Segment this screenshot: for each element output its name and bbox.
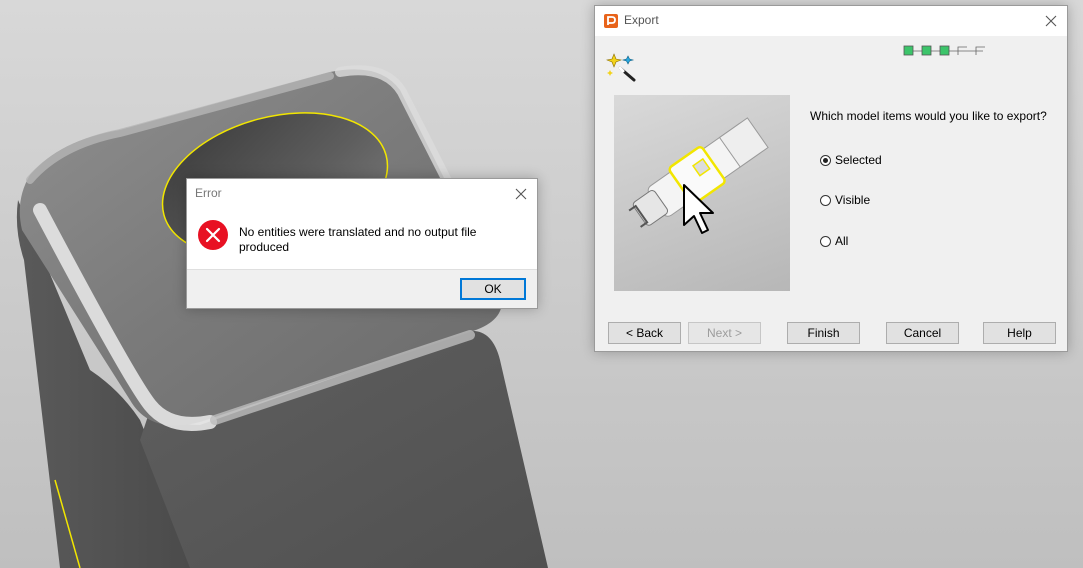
- error-message: No entities were translated and no outpu…: [239, 225, 477, 254]
- preview-image: [614, 95, 790, 291]
- export-title: Export: [624, 13, 659, 27]
- finish-button[interactable]: Finish: [787, 322, 860, 344]
- radio-all-indicator[interactable]: [820, 235, 831, 247]
- cancel-button[interactable]: Cancel: [886, 322, 959, 344]
- error-icon: [197, 219, 229, 251]
- radio-checked-dot: [823, 157, 828, 163]
- radio-all[interactable]: All: [820, 234, 848, 248]
- close-icon[interactable]: [507, 181, 535, 207]
- radio-selected-indicator[interactable]: [820, 154, 831, 166]
- radio-selected-label: Selected: [835, 153, 882, 167]
- radio-selected[interactable]: Selected: [820, 153, 882, 167]
- next-button[interactable]: Next >: [688, 322, 761, 344]
- error-titlebar[interactable]: Error: [187, 179, 537, 207]
- back-button[interactable]: < Back: [608, 322, 681, 344]
- export-dialog: Export Which model items would you like …: [594, 5, 1068, 352]
- close-icon[interactable]: [1037, 8, 1065, 34]
- error-title: Error: [195, 186, 222, 200]
- radio-visible[interactable]: Visible: [820, 193, 870, 207]
- ok-button[interactable]: OK: [460, 278, 526, 300]
- wizard-steps-indicator: [903, 45, 985, 56]
- radio-visible-indicator[interactable]: [820, 194, 831, 206]
- error-dialog: Error No entities were translated and no…: [186, 178, 538, 309]
- magic-wand-icon: [605, 50, 638, 82]
- export-question: Which model items would you like to expo…: [810, 109, 1047, 123]
- radio-visible-label: Visible: [835, 193, 871, 207]
- export-titlebar[interactable]: Export: [595, 6, 1067, 36]
- help-button[interactable]: Help: [983, 322, 1056, 344]
- app-logo-icon: [604, 14, 618, 28]
- radio-all-label: All: [835, 234, 849, 248]
